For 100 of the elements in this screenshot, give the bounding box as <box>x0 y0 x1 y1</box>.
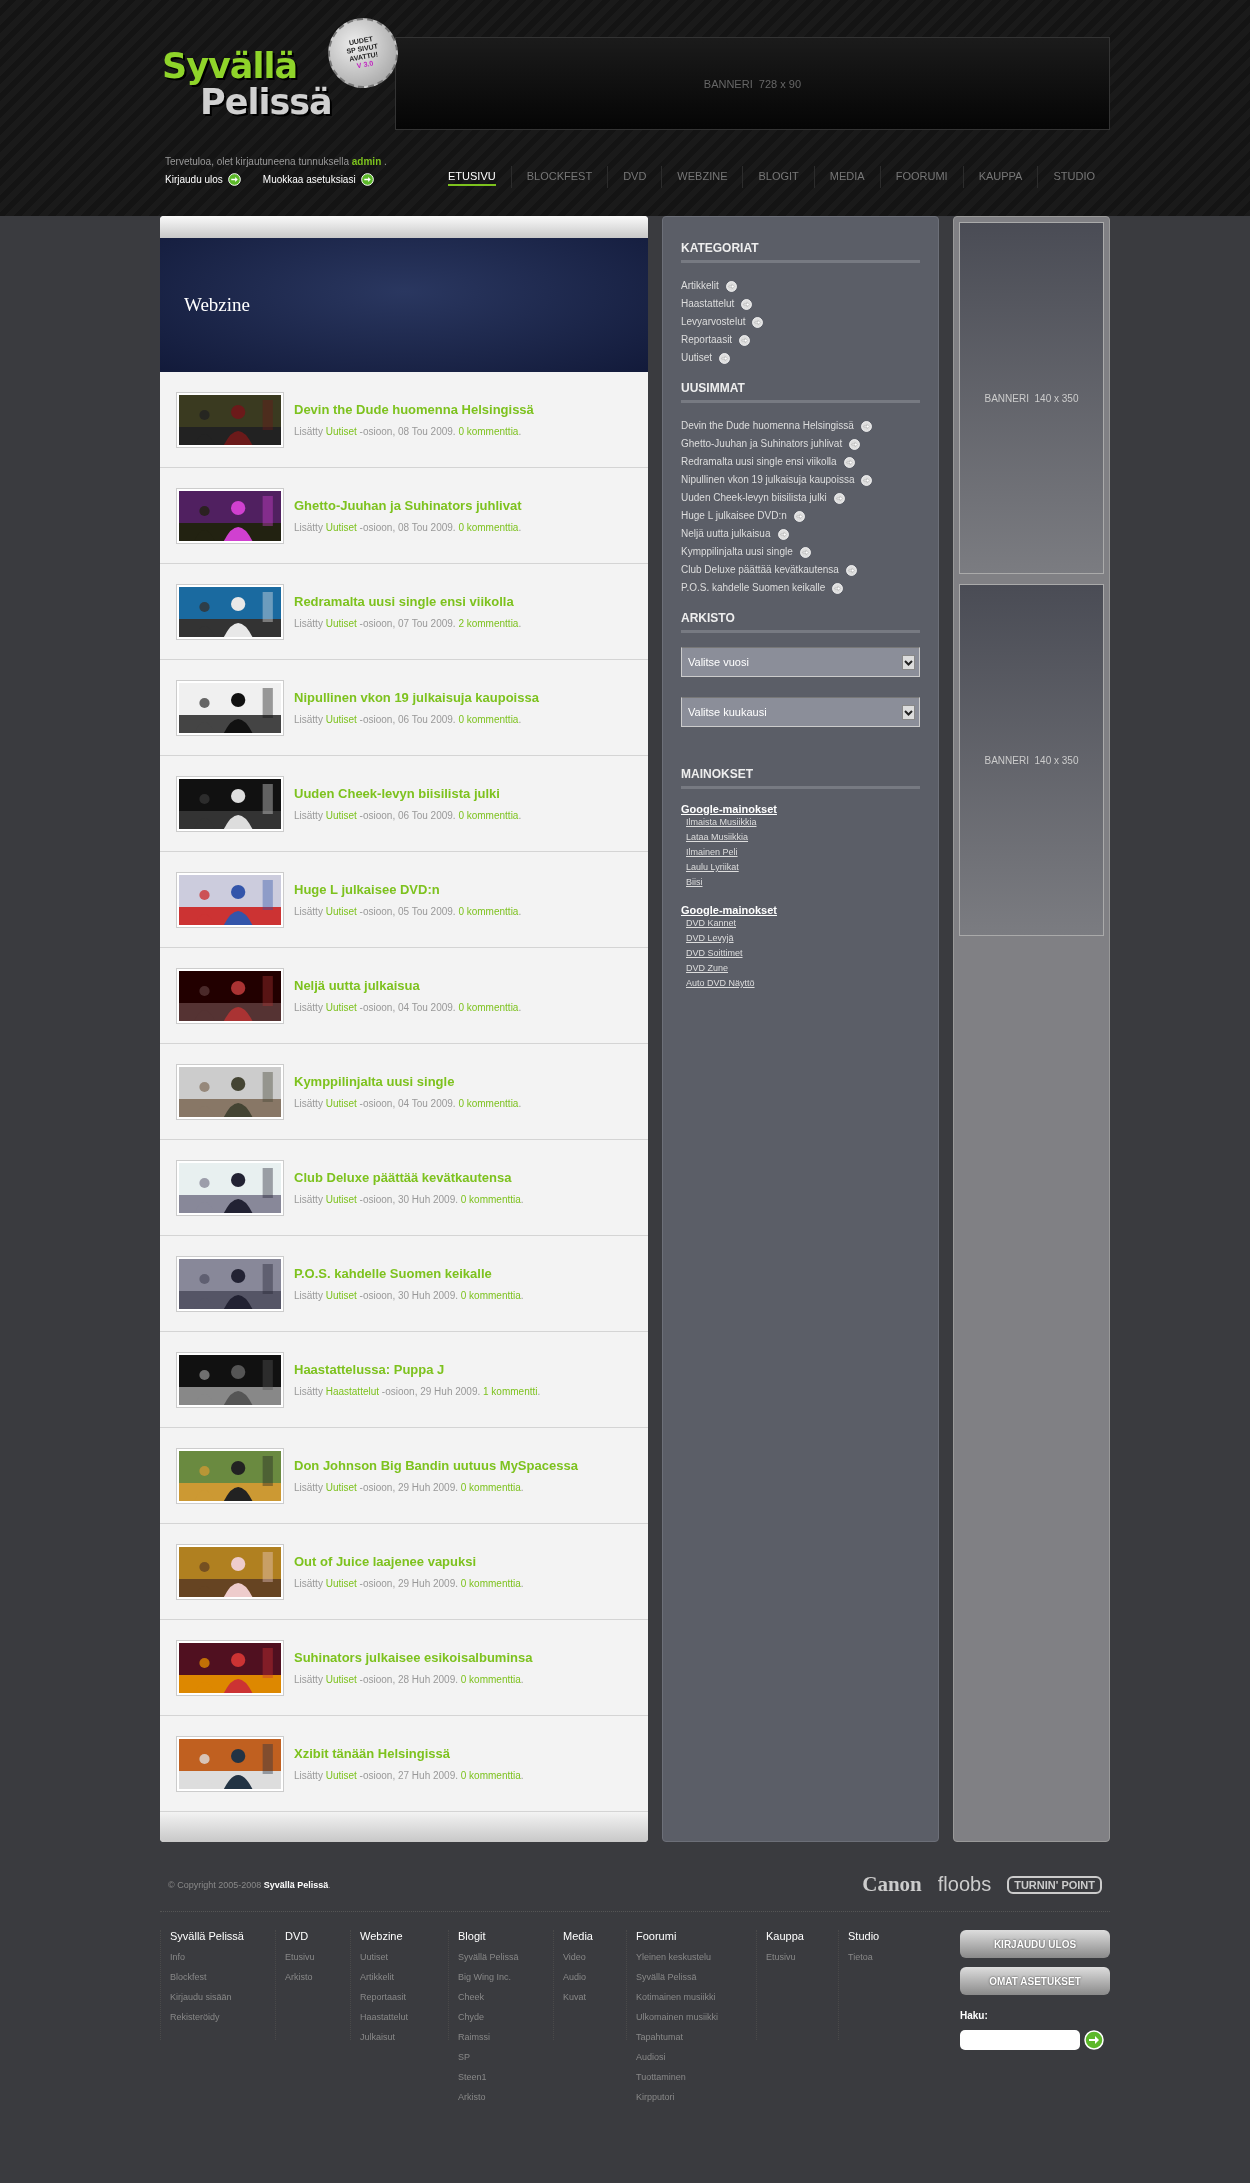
footer-link[interactable]: Kirjaudu sisään <box>170 1987 275 2007</box>
latest-link[interactable]: Nipullinen vkon 19 julkaisuja kaupoissa <box>681 471 920 489</box>
category-link[interactable]: Uutiset <box>325 426 357 437</box>
ad-link[interactable]: DVD Zune <box>686 961 920 976</box>
nav-tab[interactable]: WEBZINE <box>677 168 728 186</box>
footer-link[interactable]: Tapahtumat <box>636 2027 756 2047</box>
ad-link[interactable]: DVD Levyjä <box>686 931 920 946</box>
category-link[interactable]: Uutiset <box>325 522 357 533</box>
footer-link[interactable]: Video <box>563 1947 626 1967</box>
footer-link[interactable]: Raimssi <box>458 2027 553 2047</box>
comments-link[interactable]: 0 kommenttia <box>460 1770 521 1781</box>
article-title[interactable]: Uuden Cheek-levyn biisilista julki <box>294 786 522 801</box>
sponsor-logo[interactable]: Canon <box>862 1872 922 1897</box>
footer-link[interactable]: SP <box>458 2047 553 2067</box>
latest-link[interactable]: Uuden Cheek-levyn biisilista julki <box>681 489 920 507</box>
footer-link[interactable]: Steen1 <box>458 2067 553 2087</box>
nav-tab[interactable]: MEDIA <box>829 168 865 186</box>
category-link[interactable]: Uutiset <box>325 1674 357 1685</box>
ad-link[interactable]: Auto DVD Näyttö <box>686 976 920 991</box>
category-link[interactable]: Haastattelut <box>681 295 920 313</box>
article-title[interactable]: Huge L julkaisee DVD:n <box>294 882 522 897</box>
category-link[interactable]: Uutiset <box>325 1578 357 1589</box>
latest-link[interactable]: Huge L julkaisee DVD:n <box>681 507 920 525</box>
footer-link[interactable]: Cheek <box>458 1987 553 2007</box>
footer-link[interactable]: Audio <box>563 1967 626 1987</box>
nav-tab[interactable]: ETUSIVU <box>448 168 496 186</box>
comments-link[interactable]: 0 kommenttia <box>460 1482 521 1493</box>
category-link[interactable]: Reportaasit <box>681 331 920 349</box>
footer-link[interactable]: Uutiset <box>360 1947 448 1967</box>
ad-banner[interactable]: BANNERI 140 x 350 <box>959 222 1104 574</box>
footer-link[interactable]: Julkaisut <box>360 2027 448 2047</box>
footer-link[interactable]: Syvällä Pelissä <box>636 1967 756 1987</box>
article-title[interactable]: Nipullinen vkon 19 julkaisuja kaupoissa <box>294 690 539 705</box>
ad-link[interactable]: Laulu Lyriikat <box>686 860 920 875</box>
footer-link[interactable]: Reportaasit <box>360 1987 448 2007</box>
nav-tab[interactable]: BLOCKFEST <box>526 168 593 186</box>
article-title[interactable]: Redramalta uusi single ensi viikolla <box>294 594 522 609</box>
latest-link[interactable]: P.O.S. kahdelle Suomen keikalle <box>681 579 920 597</box>
sponsor-logo[interactable]: TURNIN' POINT <box>1007 1875 1102 1894</box>
article-title[interactable]: Neljä uutta julkaisua <box>294 978 522 993</box>
ad-heading-link[interactable]: Google-mainokset <box>681 904 920 916</box>
search-button[interactable] <box>1084 2030 1104 2050</box>
footer-link[interactable]: Artikkelit <box>360 1967 448 1987</box>
article-title[interactable]: Out of Juice laajenee vapuksi <box>294 1554 524 1569</box>
category-link[interactable]: Uutiset <box>325 1194 357 1205</box>
footer-link[interactable]: Tietoa <box>848 1947 898 1967</box>
footer-link[interactable]: Yleinen keskustelu <box>636 1947 756 1967</box>
logo-text[interactable]: Syvällä <box>162 48 298 84</box>
latest-link[interactable]: Neljä uutta julkaisua <box>681 525 920 543</box>
footer-link[interactable]: Syvällä Pelissä <box>458 1947 553 1967</box>
footer-link[interactable]: Arkisto <box>458 2087 553 2107</box>
article-title[interactable]: Ghetto-Juuhan ja Suhinators juhlivat <box>294 498 522 513</box>
nav-tab[interactable]: KAUPPA <box>978 168 1023 186</box>
footer-link[interactable]: Big Wing Inc. <box>458 1967 553 1987</box>
category-link[interactable]: Uutiset <box>681 349 920 367</box>
footer-link[interactable]: Etusivu <box>285 1947 350 1967</box>
latest-link[interactable]: Devin the Dude huomenna Helsingissä <box>681 417 920 435</box>
latest-link[interactable]: Ghetto-Juuhan ja Suhinators juhlivat <box>681 435 920 453</box>
footer-button[interactable]: KIRJAUDU ULOS <box>960 1930 1110 1958</box>
category-link[interactable]: Levyarvostelut <box>681 313 920 331</box>
ad-link[interactable]: DVD Kannet <box>686 916 920 931</box>
category-link[interactable]: Uutiset <box>325 1770 357 1781</box>
nav-tab[interactable]: STUDIO <box>1053 168 1095 186</box>
category-link[interactable]: Uutiset <box>325 1002 357 1013</box>
ad-banner[interactable]: BANNERI 728 x 90 <box>394 37 1110 130</box>
footer-link[interactable]: Chyde <box>458 2007 553 2027</box>
latest-link[interactable]: Club Deluxe päättää kevätkautensa <box>681 561 920 579</box>
nav-tab[interactable]: BLOGIT <box>758 168 799 186</box>
category-link[interactable]: Uutiset <box>325 714 357 725</box>
footer-link[interactable]: Kotimainen musiikki <box>636 1987 756 2007</box>
latest-link[interactable]: Redramalta uusi single ensi viikolla <box>681 453 920 471</box>
comments-link[interactable]: 0 kommenttia <box>460 1674 521 1685</box>
article-title[interactable]: Club Deluxe päättää kevätkautensa <box>294 1170 524 1185</box>
nav-tab[interactable]: DVD <box>623 168 647 186</box>
user-link[interactable]: Muokkaa asetuksiasi <box>262 173 374 186</box>
article-title[interactable]: P.O.S. kahdelle Suomen keikalle <box>294 1266 524 1281</box>
footer-link[interactable]: Etusivu <box>766 1947 838 1967</box>
comments-link[interactable]: 1 kommentti <box>483 1386 538 1397</box>
ad-heading-link[interactable]: Google-mainokset <box>681 803 920 815</box>
comments-link[interactable]: 0 kommenttia <box>460 1290 521 1301</box>
ad-link[interactable]: Biisi <box>686 875 920 890</box>
ad-link[interactable]: Lataa Musiikkia <box>686 830 920 845</box>
footer-link[interactable]: Info <box>170 1947 275 1967</box>
dropdown-field[interactable]: Valitse vuosi <box>681 647 920 677</box>
article-title[interactable]: Haastattelussa: Puppa J <box>294 1362 541 1377</box>
category-link[interactable]: Uutiset <box>325 618 357 629</box>
nav-tab[interactable]: FOORUMI <box>895 168 948 186</box>
category-link[interactable]: Uutiset <box>325 810 357 821</box>
article-title[interactable]: Xzibit tänään Helsingissä <box>294 1746 524 1761</box>
category-link[interactable]: Haastattelut <box>325 1386 380 1397</box>
footer-link[interactable]: Blockfest <box>170 1967 275 1987</box>
search-field[interactable] <box>960 2030 1080 2050</box>
comments-link[interactable]: 0 kommenttia <box>460 1194 521 1205</box>
user-link[interactable]: Kirjaudu ulos <box>165 173 241 186</box>
comments-link[interactable]: 0 kommenttia <box>460 1578 521 1589</box>
category-link[interactable]: Uutiset <box>325 1482 357 1493</box>
ad-link[interactable]: Ilmaista Musiikkia <box>686 815 920 830</box>
footer-link[interactable]: Haastattelut <box>360 2007 448 2027</box>
ad-link[interactable]: DVD Soittimet <box>686 946 920 961</box>
article-title[interactable]: Kymppilinjalta uusi single <box>294 1074 522 1089</box>
